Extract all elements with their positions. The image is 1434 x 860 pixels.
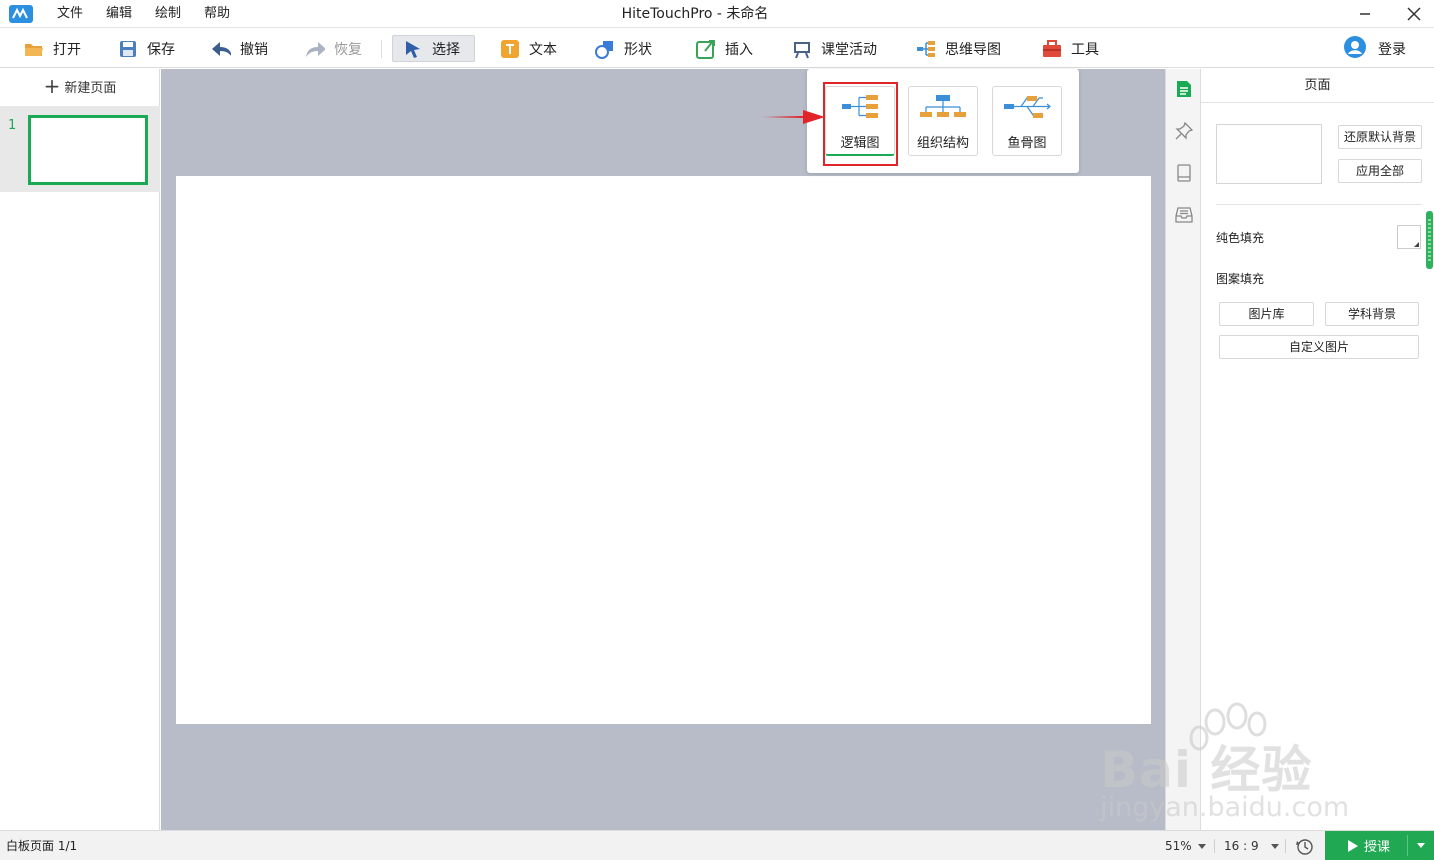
title-bar: 文件 编辑 绘制 帮助 HiteTouchPro - 未命名: [0, 0, 1434, 28]
toolbar-divider: [381, 40, 382, 58]
shape-label: 形状: [624, 41, 652, 58]
text-button[interactable]: 文本: [494, 35, 563, 62]
save-button[interactable]: 保存: [112, 35, 181, 62]
mindmap-icon: [916, 39, 936, 59]
new-page-label: 新建页面: [64, 80, 117, 96]
login-button[interactable]: 登录: [1344, 36, 1406, 62]
play-icon: [1348, 839, 1358, 852]
archive-icon[interactable]: [1174, 205, 1194, 225]
org-chart-label: 组织结构: [916, 136, 969, 151]
pin-icon[interactable]: [1174, 121, 1194, 141]
undo-icon: [211, 39, 231, 59]
fishbone-option[interactable]: 鱼骨图: [992, 86, 1062, 156]
window-title: HiteTouchPro - 未命名: [621, 6, 769, 22]
minimize-button[interactable]: [1345, 0, 1385, 28]
undo-button[interactable]: 撤销: [205, 35, 274, 62]
close-button[interactable]: [1394, 0, 1434, 28]
chevron-down-icon[interactable]: [1417, 843, 1425, 848]
redo-icon: [305, 39, 325, 59]
shape-icon: [595, 39, 615, 59]
side-tab-strip: [1165, 69, 1201, 830]
status-bar: 白板页面 1/1 51% 16 : 9: [0, 830, 1434, 860]
select-button[interactable]: 选择: [392, 35, 475, 62]
plus-icon: +: [43, 74, 61, 98]
user-avatar-icon: [1344, 36, 1366, 62]
text-icon: [500, 39, 520, 59]
background-preview: [1216, 124, 1322, 184]
chevron-down-icon: [1270, 844, 1279, 849]
insert-label: 插入: [725, 41, 753, 58]
chevron-down-icon: [1197, 844, 1206, 849]
open-button[interactable]: 打开: [18, 35, 87, 62]
toolbox-icon: [1042, 39, 1062, 59]
org-chart-option[interactable]: 组织结构: [908, 86, 978, 156]
login-label: 登录: [1378, 42, 1406, 58]
page-number: 1: [8, 118, 17, 133]
page-thumbnail[interactable]: [28, 115, 148, 185]
classroom-activity-button[interactable]: 课堂活动: [786, 35, 883, 62]
whiteboard-page[interactable]: [176, 176, 1151, 724]
watermark-url: jingyan.baidu.com: [1100, 792, 1350, 823]
aspect-ratio-value: 16 : 9: [1224, 839, 1259, 853]
pages-panel: + 新建页面 1: [0, 69, 160, 830]
new-page-button[interactable]: + 新建页面: [0, 69, 160, 103]
image-library-button[interactable]: 图片库: [1219, 302, 1314, 326]
custom-image-button[interactable]: 自定义图片: [1219, 335, 1419, 359]
shape-button[interactable]: 形状: [589, 35, 658, 62]
highlight-annotation: [823, 82, 898, 166]
solid-fill-color-picker[interactable]: [1397, 225, 1421, 249]
zoom-dropdown[interactable]: 51%: [1165, 831, 1206, 860]
toolbar: 打开 保存 撤销 恢复 选择 文本 形状 插入 课堂活动 思维导图 工具 登录: [0, 28, 1434, 68]
properties-panel: 页面 还原默认背景 应用全部 纯色填充 图案填充 图片库 学科背景 自定义图片: [1201, 69, 1434, 830]
select-label: 选择: [432, 41, 460, 58]
restore-default-bg-button[interactable]: 还原默认背景: [1338, 125, 1422, 149]
insert-button[interactable]: 插入: [690, 35, 759, 62]
status-divider: [1214, 839, 1215, 853]
pattern-fill-label: 图案填充: [1216, 272, 1265, 286]
fishbone-icon: [993, 93, 1061, 123]
classroom-label: 课堂活动: [821, 41, 877, 58]
divider: [1216, 204, 1421, 205]
tools-label: 工具: [1071, 41, 1099, 58]
folder-icon: [24, 39, 44, 59]
org-chart-icon: [909, 93, 977, 123]
book-icon[interactable]: [1174, 163, 1194, 183]
properties-title: 页面: [1201, 69, 1434, 103]
status-divider: [1285, 839, 1286, 853]
mindmap-button[interactable]: 思维导图: [910, 35, 1007, 62]
page-properties-tab-icon[interactable]: [1174, 79, 1194, 99]
properties-scrollbar[interactable]: [1426, 211, 1433, 269]
tools-button[interactable]: 工具: [1036, 35, 1105, 62]
teach-label: 授课: [1364, 840, 1391, 855]
zoom-value: 51%: [1165, 839, 1192, 853]
canvas-area: [161, 69, 1165, 830]
redo-button[interactable]: 恢复: [299, 35, 368, 62]
undo-label: 撤销: [240, 41, 268, 58]
teach-split-divider: [1407, 835, 1408, 856]
redo-label: 恢复: [334, 41, 362, 58]
rotate-icon[interactable]: [1296, 837, 1314, 855]
cursor-icon: [403, 39, 423, 59]
page-list-item[interactable]: 1: [0, 106, 160, 192]
subject-background-button[interactable]: 学科背景: [1325, 302, 1419, 326]
insert-icon: [696, 39, 716, 59]
mindmap-label: 思维导图: [945, 41, 1001, 58]
aspect-ratio-dropdown[interactable]: 16 : 9: [1224, 831, 1279, 860]
open-label: 打开: [53, 41, 81, 58]
save-icon: [118, 39, 138, 59]
classroom-icon: [792, 39, 812, 59]
page-info: 白板页面 1/1: [6, 839, 78, 853]
text-label: 文本: [529, 41, 557, 58]
apply-all-button[interactable]: 应用全部: [1338, 159, 1422, 183]
annotation-arrow: [763, 110, 825, 124]
solid-fill-label: 纯色填充: [1216, 231, 1265, 245]
fishbone-label: 鱼骨图: [1007, 136, 1047, 151]
save-label: 保存: [147, 41, 175, 58]
teach-button[interactable]: 授课: [1325, 831, 1434, 860]
